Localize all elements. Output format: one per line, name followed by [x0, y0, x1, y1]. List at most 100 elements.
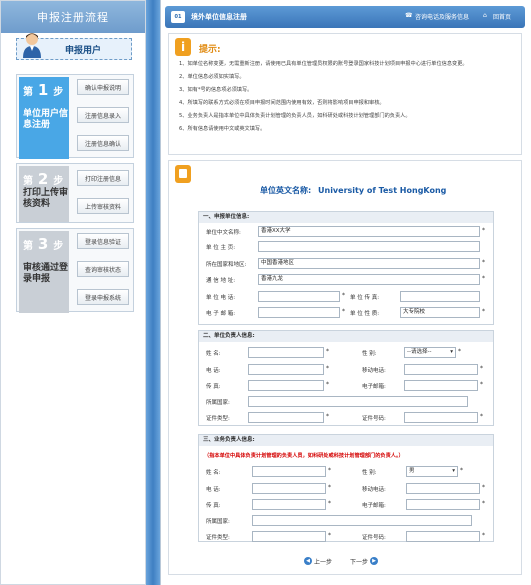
head-id-type-input[interactable] — [248, 412, 324, 423]
cn-name-input[interactable]: 香港XX大学 — [258, 226, 480, 237]
biz-id-type-input[interactable] — [252, 531, 326, 542]
contact-info-link[interactable]: 咨询电话及服务信息 — [415, 12, 469, 21]
biz-fax-label: 传 真: — [206, 503, 221, 509]
step-3-label: 审核通过登录申报 — [23, 263, 69, 284]
step-2-print-button[interactable]: 打印注册信息 — [77, 170, 129, 186]
english-name-label: 单位英文名称: — [260, 186, 312, 195]
head-mobile-label: 移动电话: — [362, 368, 386, 374]
english-name-value: University of Test HongKong — [318, 186, 447, 195]
unit-phone-label: 单 位 电 话: — [206, 295, 236, 301]
step-1-confirm-info-button[interactable]: 注册信息确认 — [77, 135, 129, 151]
biz-name-label: 姓 名: — [206, 470, 221, 476]
step-1-panel: 第 1 步 单位用户信息注册 确认申报说明 注册信息录入 注册信息确认 — [16, 74, 134, 159]
panel-divider — [146, 0, 160, 585]
step-1-badge: 第 1 步 单位用户信息注册 — [19, 77, 69, 159]
tip-item: 4、所填写的联系方式必须在项目申报时间范围内使用有效，否则将影响项目申报和审核。 — [179, 100, 385, 106]
region-input[interactable]: 中国香港地区 — [258, 258, 480, 269]
biz-tel-input[interactable] — [252, 483, 326, 494]
address-label: 通 信 地 址: — [206, 278, 236, 284]
head-id-no-input[interactable] — [404, 412, 478, 423]
step-1-enter-info-button[interactable]: 注册信息录入 — [77, 107, 129, 123]
unit-phone-input[interactable] — [258, 291, 340, 302]
chevron-down-icon: ▾ — [450, 349, 453, 355]
home-icon: ⌂ — [483, 12, 487, 19]
step-2-badge: 第 2 步 打印上传审核资料 — [19, 166, 69, 222]
chevron-down-icon: ▾ — [452, 468, 455, 474]
biz-email-input[interactable] — [406, 499, 480, 510]
tips-heading: 提示: — [199, 45, 221, 55]
biz-country-label: 所属国家: — [206, 519, 230, 525]
step-3-query-status-button[interactable]: 查询审核状态 — [77, 261, 129, 277]
prev-step-button[interactable]: ◀ 上一步 — [304, 555, 332, 567]
biz-gender-label: 性 别: — [362, 470, 377, 476]
head-tel-label: 电 话: — [206, 368, 221, 374]
biz-mobile-label: 移动电话: — [362, 487, 386, 493]
biz-gender-select[interactable]: 男 ▾ — [406, 466, 458, 477]
page-header-bar: 01 境外单位信息注册 ☎ 咨询电话及服务信息 ⌂ 回首页 — [165, 6, 525, 28]
step-2-label: 打印上传审核资料 — [23, 188, 69, 209]
head-country-label: 所属国家: — [206, 400, 230, 406]
region-label: 所在国家和地区: — [206, 262, 247, 268]
tip-item: 3、如有*号的信息项必须填写。 — [179, 87, 253, 93]
unit-fax-input[interactable] — [400, 291, 480, 302]
home-link[interactable]: 回首页 — [493, 12, 511, 21]
unit-email-input[interactable] — [258, 307, 340, 318]
head-id-no-label: 证件号码: — [362, 416, 386, 422]
section-1-title: 一、申报单位信息: — [199, 212, 493, 223]
section-2-title: 二、单位负责人信息: — [199, 331, 493, 342]
biz-mobile-input[interactable] — [406, 483, 480, 494]
next-step-button[interactable]: 下一步 ▶ — [350, 555, 379, 567]
step-1-confirm-notice-button[interactable]: 确认申报说明 — [77, 79, 129, 95]
cn-name-label: 单位中文名称: — [206, 230, 241, 236]
head-gender-label: 性 别: — [362, 351, 377, 357]
arrow-right-icon: ▶ — [370, 557, 379, 565]
homepage-input[interactable] — [258, 241, 480, 252]
user-type-label: 申报用户 — [64, 45, 101, 56]
tip-item: 5、业务负责人是指本单位中具体负责计划管理的负责人员，如科研处或科技计划管理部门… — [179, 113, 411, 119]
form-navigation: ◀ 上一步 下一步 ▶ — [304, 555, 404, 567]
info-icon: i — [175, 38, 191, 56]
head-country-input[interactable] — [248, 396, 468, 407]
page-title: 境外单位信息注册 — [191, 13, 247, 21]
biz-tel-label: 电 话: — [206, 487, 221, 493]
step-2-upload-button[interactable]: 上传审核资料 — [77, 198, 129, 214]
tip-item: 2、单位信息必须如实填写。 — [179, 74, 245, 80]
phone-icon: ☎ — [405, 12, 413, 19]
head-gender-select[interactable]: --请选择-- ▾ — [404, 347, 456, 358]
page-badge: 01 — [171, 11, 185, 23]
head-mobile-input[interactable] — [404, 364, 478, 375]
step-3-verify-login-button[interactable]: 登录信息验证 — [77, 233, 129, 249]
step-2-panel: 第 2 步 打印上传审核资料 打印注册信息 上传审核资料 — [16, 163, 134, 223]
tips-panel: i 提示: 1、如单位名称变更，无需重新注册，请使用已具有单位管理员权限的账号登… — [168, 33, 522, 155]
unit-nature-label: 单 位 性 质: — [350, 311, 380, 317]
head-fax-label: 传 真: — [206, 384, 221, 390]
biz-country-input[interactable] — [252, 515, 472, 526]
user-icon — [23, 33, 41, 58]
tip-item: 6、所有信息请使用中文或英文填写。 — [179, 126, 266, 132]
head-tel-input[interactable] — [248, 364, 324, 375]
section-3-note: （指本单位中具体负责计划管理的负责人员，如科研处或科技计划管理部门的负责人。） — [204, 453, 404, 459]
biz-email-label: 电子邮箱: — [362, 503, 386, 509]
biz-name-input[interactable] — [252, 466, 326, 477]
head-name-input[interactable] — [248, 347, 324, 358]
biz-fax-input[interactable] — [252, 499, 326, 510]
form-icon — [175, 165, 191, 183]
unit-email-label: 电 子 邮 箱: — [206, 311, 236, 317]
head-email-label: 电子邮箱: — [362, 384, 386, 390]
step-1-label: 单位用户信息注册 — [23, 109, 69, 130]
homepage-label: 单 位 主 页: — [206, 245, 236, 251]
address-input[interactable]: 香港九龙 — [258, 274, 480, 285]
unit-nature-input[interactable]: 大专院校 — [400, 307, 480, 318]
next-step-label: 下一步 — [350, 558, 369, 566]
biz-id-type-label: 证件类型: — [206, 535, 230, 541]
unit-fax-label: 单 位 传 真: — [350, 295, 380, 301]
section-3-title: 三、业务负责人信息: — [199, 435, 493, 446]
head-fax-input[interactable] — [248, 380, 324, 391]
head-email-input[interactable] — [404, 380, 478, 391]
head-id-type-label: 证件类型: — [206, 416, 230, 422]
step-3-login-system-button[interactable]: 登录申报系统 — [77, 289, 129, 305]
tip-item: 1、如单位名称变更，无需重新注册，请使用已具有单位管理员权限的账号登录国家科技计… — [179, 61, 468, 67]
step-3-panel: 第 3 步 审核通过登录申报 登录信息验证 查询审核状态 登录申报系统 — [16, 228, 134, 313]
biz-id-no-input[interactable] — [406, 531, 480, 542]
sidebar-title: 申报注册流程 — [1, 1, 145, 33]
